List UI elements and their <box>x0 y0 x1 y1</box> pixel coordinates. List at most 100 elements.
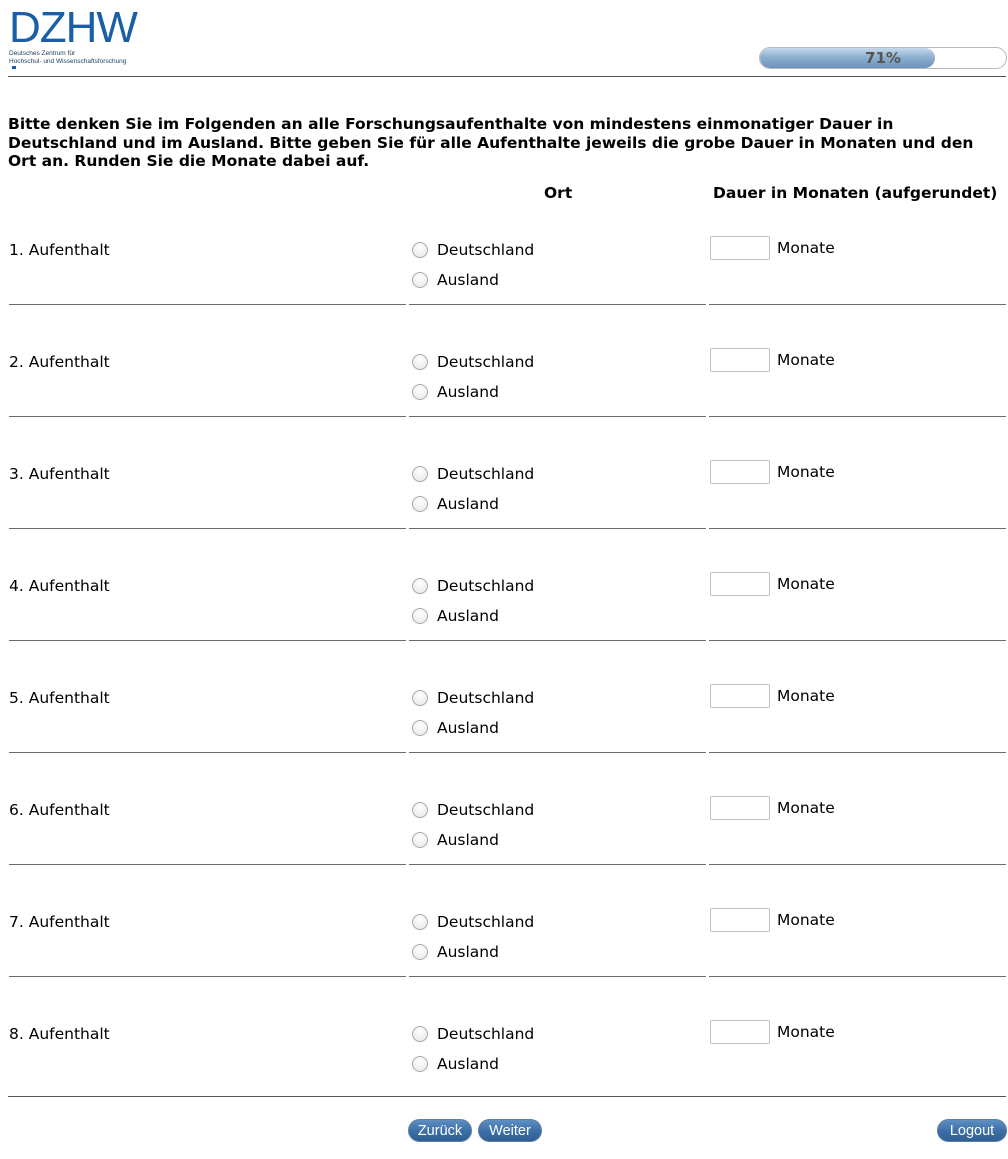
radio-deutschland[interactable]: Deutschland <box>412 353 534 371</box>
row-divider <box>409 304 706 305</box>
logo-subtitle-line2: Hochschul- und Wissenschaftsforschung <box>9 58 137 69</box>
months-unit-label: Monate <box>777 1023 835 1041</box>
row-divider <box>9 416 406 417</box>
progress-label: 71% <box>865 49 901 67</box>
radio-deutschland[interactable]: Deutschland <box>412 801 534 819</box>
months-input[interactable] <box>710 908 770 932</box>
radio-circle-icon[interactable] <box>412 608 428 624</box>
radio-ausland[interactable]: Ausland <box>412 607 499 625</box>
radio-deutschland[interactable]: Deutschland <box>412 689 534 707</box>
column-header-ort: Ort <box>544 184 573 202</box>
row-divider <box>409 976 706 977</box>
radio-ausland[interactable]: Ausland <box>412 943 499 961</box>
months-input[interactable] <box>710 796 770 820</box>
back-button[interactable]: Zurück <box>408 1119 472 1142</box>
row-divider <box>709 976 1006 977</box>
row-divider <box>409 640 706 641</box>
row-divider <box>709 640 1006 641</box>
months-unit-label: Monate <box>777 575 835 593</box>
radio-circle-icon[interactable] <box>412 384 428 400</box>
months-input[interactable] <box>710 236 770 260</box>
radio-circle-icon[interactable] <box>412 914 428 930</box>
row-divider <box>9 976 406 977</box>
stay-label: 7. Aufenthalt <box>9 913 110 931</box>
radio-deutschland[interactable]: Deutschland <box>412 577 534 595</box>
stay-label: 2. Aufenthalt <box>9 353 110 371</box>
radio-deutschland[interactable]: Deutschland <box>412 465 534 483</box>
stay-label: 5. Aufenthalt <box>9 689 110 707</box>
row-divider <box>709 528 1006 529</box>
radio-deutschland[interactable]: Deutschland <box>412 1025 534 1043</box>
row-divider <box>709 304 1006 305</box>
radio-ausland[interactable]: Ausland <box>412 495 499 513</box>
stay-row: 3. Aufenthalt Deutschland Ausland Monate <box>0 456 1008 568</box>
radio-ausland[interactable]: Ausland <box>412 831 499 849</box>
logo-subtitle: Deutsches Zentrum für Hochschul- und Wis… <box>9 50 137 69</box>
months-input[interactable] <box>710 684 770 708</box>
stay-row: 1. Aufenthalt Deutschland Ausland Monate <box>0 232 1008 344</box>
months-unit-label: Monate <box>777 799 835 817</box>
column-header-dauer: Dauer in Monaten (aufgerundet) <box>713 184 998 202</box>
logout-button[interactable]: Logout <box>937 1119 1007 1142</box>
row-divider <box>9 752 406 753</box>
radio-ausland[interactable]: Ausland <box>412 271 499 289</box>
stay-label: 1. Aufenthalt <box>9 241 110 259</box>
months-unit-label: Monate <box>777 239 835 257</box>
radio-circle-icon[interactable] <box>412 690 428 706</box>
row-divider <box>709 752 1006 753</box>
radio-circle-icon[interactable] <box>412 944 428 960</box>
header: DZHW Deutsches Zentrum für Hochschul- un… <box>0 0 1008 77</box>
row-divider <box>409 864 706 865</box>
stay-row: 4. Aufenthalt Deutschland Ausland Monate <box>0 568 1008 680</box>
dzhw-logo: DZHW Deutsches Zentrum für Hochschul- un… <box>9 3 138 69</box>
row-divider <box>9 640 406 641</box>
row-divider <box>9 304 406 305</box>
stay-row: 2. Aufenthalt Deutschland Ausland Monate <box>0 344 1008 456</box>
row-divider <box>9 528 406 529</box>
stay-row: 7. Aufenthalt Deutschland Ausland Monate <box>0 904 1008 1016</box>
row-divider <box>709 416 1006 417</box>
stay-row: 6. Aufenthalt Deutschland Ausland Monate <box>0 792 1008 904</box>
next-button[interactable]: Weiter <box>478 1119 542 1142</box>
row-divider <box>9 864 406 865</box>
row-divider <box>709 864 1006 865</box>
stay-row: 5. Aufenthalt Deutschland Ausland Monate <box>0 680 1008 792</box>
logo-square-icon <box>12 66 16 69</box>
row-divider <box>409 528 706 529</box>
progress-bar: 71% <box>759 47 1007 69</box>
radio-circle-icon[interactable] <box>412 1026 428 1042</box>
header-divider <box>8 76 1006 77</box>
months-input[interactable] <box>710 460 770 484</box>
stay-label: 4. Aufenthalt <box>9 577 110 595</box>
months-input[interactable] <box>710 348 770 372</box>
radio-circle-icon[interactable] <box>412 720 428 736</box>
months-input[interactable] <box>710 572 770 596</box>
radio-ausland[interactable]: Ausland <box>412 383 499 401</box>
radio-deutschland[interactable]: Deutschland <box>412 241 534 259</box>
months-unit-label: Monate <box>777 463 835 481</box>
radio-circle-icon[interactable] <box>412 496 428 512</box>
row-divider <box>409 752 706 753</box>
months-unit-label: Monate <box>777 687 835 705</box>
radio-circle-icon[interactable] <box>412 832 428 848</box>
question-text: Bitte denken Sie im Folgenden an alle Fo… <box>8 115 974 170</box>
stay-label: 6. Aufenthalt <box>9 801 110 819</box>
months-unit-label: Monate <box>777 911 835 929</box>
months-unit-label: Monate <box>777 351 835 369</box>
radio-circle-icon[interactable] <box>412 466 428 482</box>
row-divider <box>409 416 706 417</box>
radio-circle-icon[interactable] <box>412 802 428 818</box>
radio-circle-icon[interactable] <box>412 578 428 594</box>
radio-deutschland[interactable]: Deutschland <box>412 913 534 931</box>
radio-circle-icon[interactable] <box>412 1056 428 1072</box>
stay-label: 3. Aufenthalt <box>9 465 110 483</box>
radio-circle-icon[interactable] <box>412 354 428 370</box>
months-input[interactable] <box>710 1020 770 1044</box>
radio-circle-icon[interactable] <box>412 242 428 258</box>
footer-divider <box>8 1096 1006 1097</box>
radio-ausland[interactable]: Ausland <box>412 1055 499 1073</box>
radio-ausland[interactable]: Ausland <box>412 719 499 737</box>
stay-row: 8. Aufenthalt Deutschland Ausland Monate <box>0 1016 1008 1128</box>
logo-wordmark: DZHW <box>9 3 138 52</box>
radio-circle-icon[interactable] <box>412 272 428 288</box>
